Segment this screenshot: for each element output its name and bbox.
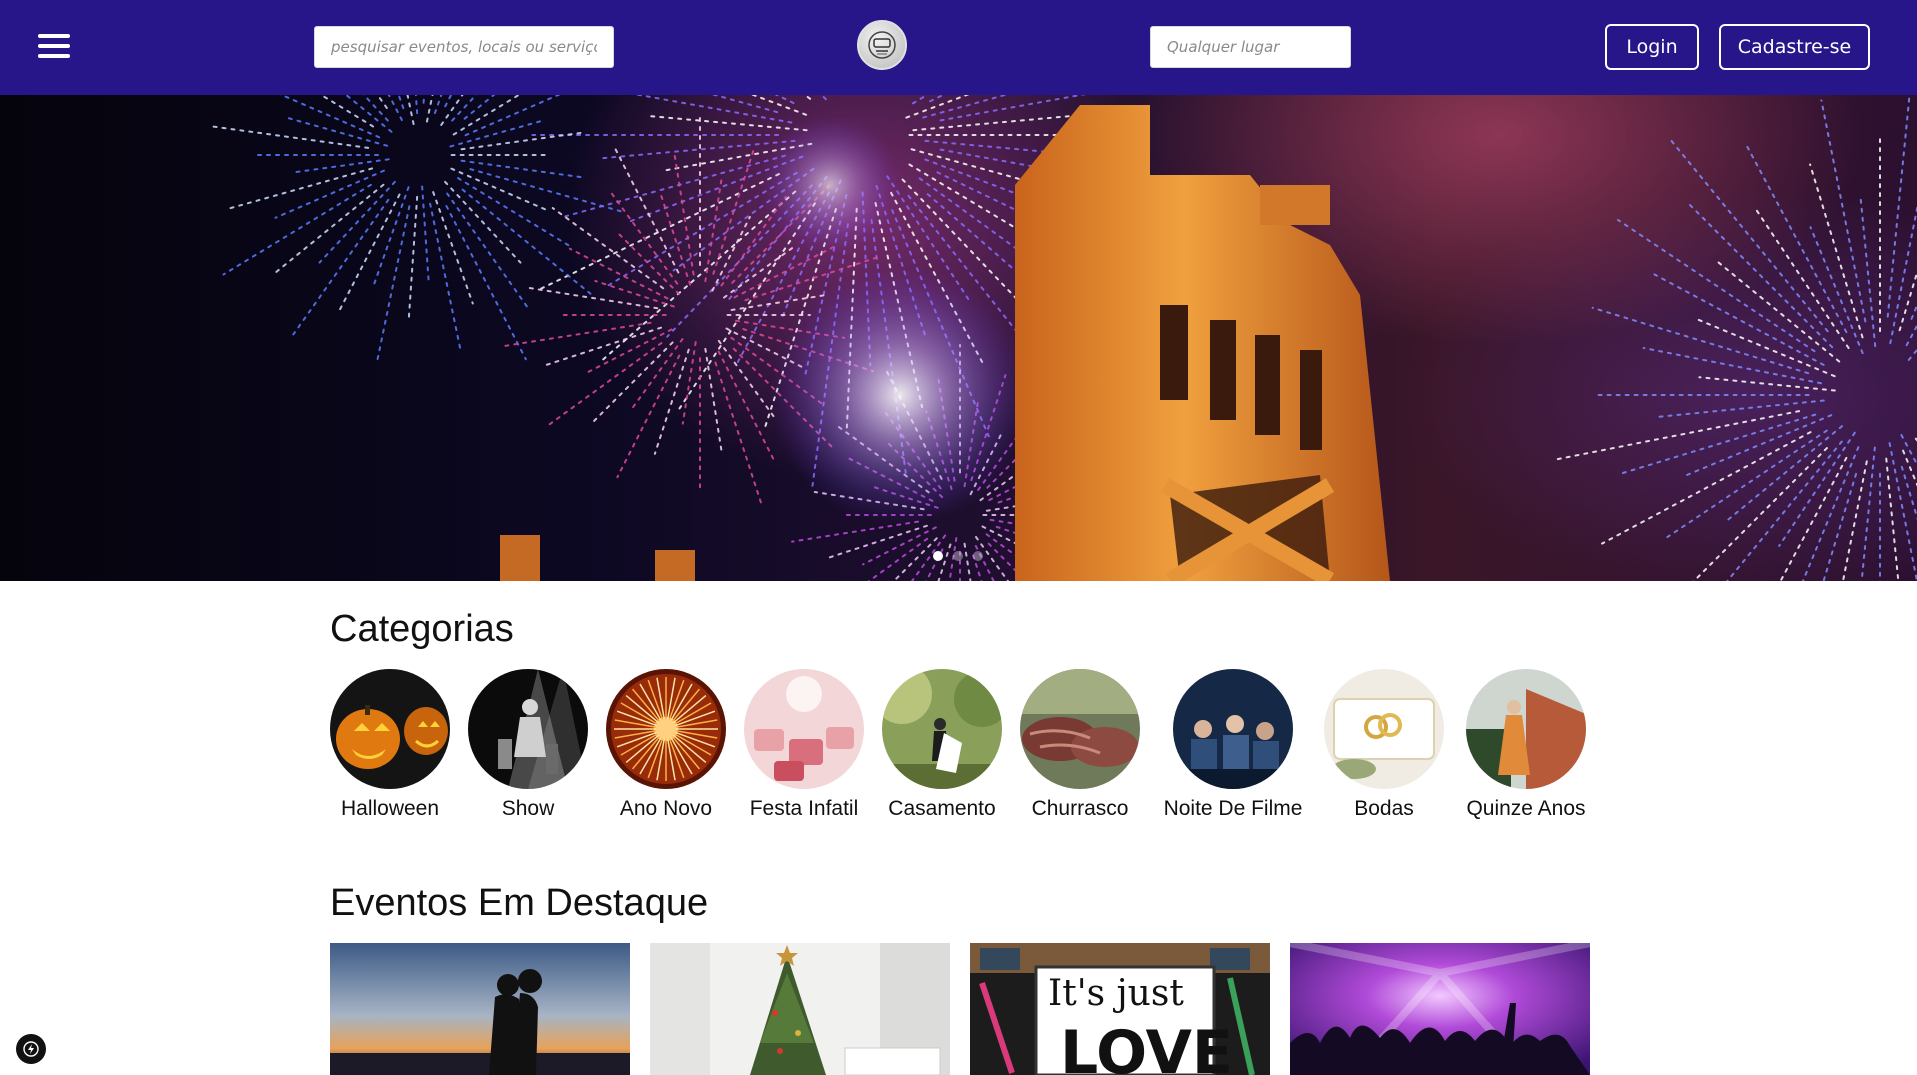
hamburger-menu-icon[interactable] [38,34,70,58]
casamento-thumbnail [882,669,1002,789]
category-quinze-anos[interactable]: Quinze Anos [1451,669,1601,821]
carousel-dots [933,551,983,561]
site-logo[interactable] [857,20,907,70]
category-label: Bodas [1354,797,1414,820]
login-button[interactable]: Login [1605,24,1699,70]
location-input[interactable] [1150,26,1351,68]
couple-sunset-image [330,943,630,1075]
category-show[interactable]: Show [453,669,603,821]
category-ano-novo[interactable]: Ano Novo [591,669,741,821]
featured-events-title: Eventos Em Destaque [330,882,709,924]
hero-carousel[interactable] [0,95,1917,581]
christmas-tree-image [650,943,950,1075]
quinze-anos-thumbnail [1466,669,1586,789]
pride-love-sign-image: It's just LOVE [970,943,1270,1075]
category-label: Churrasco [1031,797,1129,820]
bodas-thumbnail [1324,669,1444,789]
churrasco-thumbnail [1020,669,1140,789]
category-festa-infantil[interactable]: Festa Infatil [729,669,879,821]
show-thumbnail [468,669,588,789]
categories-title: Categorias [330,608,514,650]
search-input[interactable] [314,26,614,68]
category-casamento[interactable]: Casamento [867,669,1017,821]
signup-button[interactable]: Cadastre-se [1719,24,1870,70]
love-sign-text: It's just [1048,973,1184,1014]
lightning-fab-icon[interactable] [16,1034,46,1064]
event-card-couple[interactable] [330,943,630,1075]
category-label: Festa Infatil [749,797,859,820]
festa-infantil-thumbnail [744,669,864,789]
fireworks-tower-image [211,95,1917,581]
carousel-dot-1[interactable] [933,551,943,561]
category-label: Ano Novo [619,797,713,820]
category-halloween[interactable]: Halloween [315,669,465,821]
noite-de-filme-thumbnail [1173,669,1293,789]
carousel-dot-3[interactable] [973,551,983,561]
event-card-christmas[interactable] [650,943,950,1075]
category-label: Show [501,797,555,820]
category-label: Noite De Filme [1163,797,1303,820]
category-churrasco[interactable]: Churrasco [1005,669,1155,821]
logo-emblem-icon [868,31,896,59]
category-label: Casamento [888,797,996,820]
category-bodas[interactable]: Bodas [1309,669,1459,821]
category-noite-de-filme[interactable]: Noite De Filme [1158,669,1308,821]
top-navbar: Login Cadastre-se [0,0,1917,95]
category-label: Quinze Anos [1466,797,1586,820]
category-label: Halloween [340,797,440,820]
event-card-concert[interactable] [1290,943,1590,1075]
halloween-thumbnail [330,669,450,789]
concert-crowd-image [1290,943,1590,1075]
ano-novo-thumbnail [606,669,726,789]
carousel-dot-2[interactable] [953,551,963,561]
love-sign-big-text: LOVE [1060,1018,1233,1075]
event-card-pride[interactable]: It's just LOVE [970,943,1270,1075]
